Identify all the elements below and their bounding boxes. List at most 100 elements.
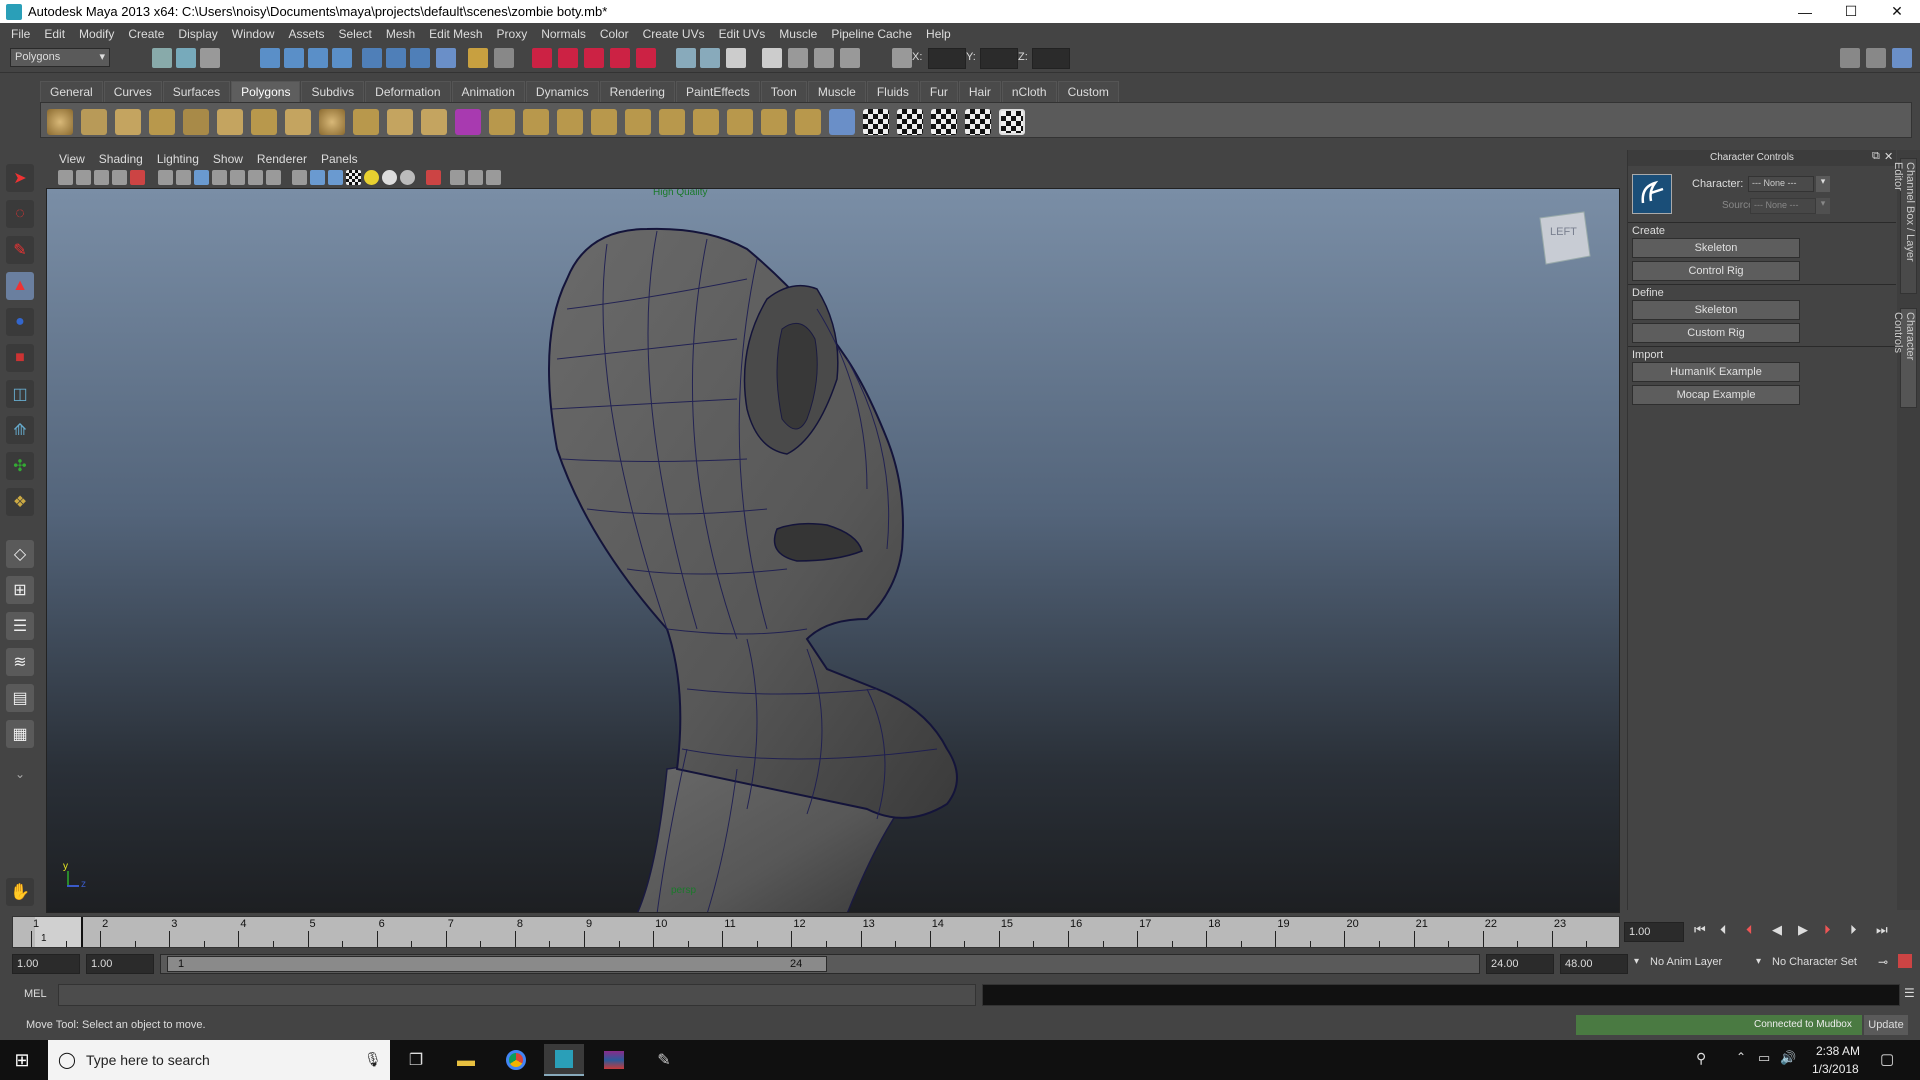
poly-plane-icon[interactable] bbox=[183, 109, 209, 135]
current-time-marker[interactable]: 1 bbox=[35, 917, 83, 947]
character-set-dropdown[interactable]: No Character Set bbox=[1772, 956, 1857, 968]
lasso-tool-icon[interactable]: ◌ bbox=[6, 200, 34, 228]
chevron-down-icon[interactable]: ▾ bbox=[1816, 198, 1830, 214]
tab-channel-box[interactable]: Channel Box / Layer Editor bbox=[1892, 158, 1917, 294]
poly-pyramid-icon[interactable] bbox=[251, 109, 277, 135]
tool-settings-icon[interactable] bbox=[1866, 48, 1886, 68]
automatic-map-icon[interactable] bbox=[965, 109, 991, 135]
shelf-tab-subdivs[interactable]: Subdivs bbox=[301, 81, 365, 102]
menu-proxy[interactable]: Proxy bbox=[490, 27, 535, 41]
menu-select[interactable]: Select bbox=[331, 27, 378, 41]
shadows-icon[interactable] bbox=[382, 170, 397, 185]
range-slider-handle[interactable]: 1 24 bbox=[167, 956, 827, 972]
scale-tool-icon[interactable]: ■ bbox=[6, 344, 34, 372]
shelf-tab-polygons[interactable]: Polygons bbox=[231, 81, 301, 102]
menu-help[interactable]: Help bbox=[919, 27, 958, 41]
shelf-tab-muscle[interactable]: Muscle bbox=[807, 81, 866, 102]
y-field[interactable] bbox=[980, 48, 1018, 69]
select-component-icon[interactable] bbox=[200, 48, 220, 68]
anim-layer-dropdown[interactable]: No Anim Layer bbox=[1650, 956, 1722, 968]
shelf-tab-fur[interactable]: Fur bbox=[919, 81, 958, 102]
shelf-tab-rendering[interactable]: Rendering bbox=[599, 81, 675, 102]
bridge-icon[interactable] bbox=[523, 109, 549, 135]
windows-start-icon[interactable]: ⊞ bbox=[2, 1044, 42, 1076]
safe-title-icon[interactable] bbox=[266, 170, 281, 185]
uv-texture-editor-icon[interactable] bbox=[999, 109, 1025, 135]
menu-file[interactable]: File bbox=[4, 27, 37, 41]
grease-pencil-icon[interactable] bbox=[130, 170, 145, 185]
panel-menu-view[interactable]: View bbox=[52, 152, 92, 166]
chevron-up-icon[interactable]: ⌃ bbox=[1736, 1050, 1746, 1064]
playback-end-field[interactable]: 24.00 bbox=[1486, 954, 1554, 974]
four-view-layout-icon[interactable]: ⊞ bbox=[6, 576, 34, 604]
define-skeleton-button[interactable]: Skeleton bbox=[1632, 300, 1800, 320]
snap-point-icon[interactable] bbox=[308, 48, 328, 68]
extract-icon[interactable] bbox=[421, 109, 447, 135]
absolute-transform-icon[interactable] bbox=[892, 48, 912, 68]
render-view-icon[interactable] bbox=[494, 48, 514, 68]
panel-menu-shading[interactable]: Shading bbox=[92, 152, 150, 166]
select-object-icon[interactable] bbox=[176, 48, 196, 68]
file-explorer-icon[interactable]: ▬ bbox=[446, 1044, 486, 1076]
menu-window[interactable]: Window bbox=[225, 27, 282, 41]
poly-cube-icon[interactable] bbox=[81, 109, 107, 135]
soft-modification-icon[interactable]: ⟰ bbox=[6, 416, 34, 444]
step-back-key-icon[interactable]: ⏴ bbox=[1720, 922, 1727, 938]
shelf-tab-fluids[interactable]: Fluids bbox=[866, 81, 919, 102]
shelf-tab-painteffects[interactable]: PaintEffects bbox=[675, 81, 760, 102]
snap-plane-icon[interactable] bbox=[332, 48, 352, 68]
gate-mask-icon[interactable] bbox=[212, 170, 227, 185]
wireframe-icon[interactable] bbox=[292, 170, 307, 185]
split-polygon-icon[interactable] bbox=[625, 109, 651, 135]
auto-key-icon[interactable]: ⊸ bbox=[1878, 955, 1888, 969]
playback-start-field[interactable]: 1.00 bbox=[86, 954, 154, 974]
dope-sheet-layout-icon[interactable]: ▦ bbox=[6, 720, 34, 748]
high-quality-icon[interactable] bbox=[400, 170, 415, 185]
reverse-normals-icon[interactable] bbox=[829, 109, 855, 135]
maya-taskbar-icon[interactable] bbox=[544, 1044, 584, 1076]
perspective-viewport[interactable]: High Quality persp y z bbox=[46, 188, 1620, 913]
menu-modify[interactable]: Modify bbox=[72, 27, 121, 41]
shelf-tab-general[interactable]: General bbox=[40, 81, 103, 102]
smooth-shade-icon[interactable] bbox=[310, 170, 325, 185]
xray-joints-icon[interactable] bbox=[468, 170, 483, 185]
use-all-lights-icon[interactable] bbox=[364, 170, 379, 185]
menu-mesh[interactable]: Mesh bbox=[379, 27, 422, 41]
shelf-tab-toon[interactable]: Toon bbox=[760, 81, 807, 102]
winrar-icon[interactable] bbox=[594, 1044, 634, 1076]
bookmarks-icon[interactable] bbox=[76, 170, 91, 185]
insert-edge-loop-icon[interactable] bbox=[659, 109, 685, 135]
humanik-example-button[interactable]: HumanIK Example bbox=[1632, 362, 1800, 382]
append-icon[interactable] bbox=[557, 109, 583, 135]
outliner-layout-icon[interactable]: ☰ bbox=[6, 612, 34, 640]
planar-map-icon[interactable] bbox=[863, 109, 889, 135]
script-editor-icon[interactable]: ☰ bbox=[1904, 986, 1915, 1000]
play-backward-icon[interactable]: ◀ bbox=[1772, 922, 1782, 938]
view-cube[interactable]: LEFT bbox=[1536, 208, 1592, 268]
snap-grid-icon[interactable] bbox=[260, 48, 280, 68]
construction-icon[interactable] bbox=[386, 48, 406, 68]
chevron-down-icon[interactable]: ▾ bbox=[1816, 176, 1830, 192]
snap-curve-icon[interactable] bbox=[284, 48, 304, 68]
go-to-end-icon[interactable]: ⏭ bbox=[1876, 922, 1888, 938]
step-forward-key-icon[interactable]: ⏵ bbox=[1850, 922, 1857, 938]
combine-icon[interactable] bbox=[353, 109, 379, 135]
clock-time[interactable]: 2:38 AM bbox=[1816, 1044, 1860, 1058]
last-tool-icon[interactable]: ❖ bbox=[6, 488, 34, 516]
hypershade-icon[interactable] bbox=[762, 48, 782, 68]
menu-create[interactable]: Create bbox=[121, 27, 171, 41]
snap-view-icon[interactable] bbox=[610, 48, 630, 68]
shelf-tab-curves[interactable]: Curves bbox=[103, 81, 162, 102]
rotate-tool-icon[interactable]: ● bbox=[6, 308, 34, 336]
step-back-frame-icon[interactable]: ⏴ bbox=[1746, 922, 1753, 938]
magnet-icon[interactable] bbox=[532, 48, 552, 68]
paint-app-icon[interactable]: ✎ bbox=[644, 1044, 684, 1076]
play-forward-icon[interactable]: ▶ bbox=[1798, 922, 1808, 938]
channel-box-icon[interactable] bbox=[1892, 48, 1912, 68]
task-view-icon[interactable]: ❐ bbox=[396, 1044, 436, 1076]
float-panel-icon[interactable]: ⧉ bbox=[1872, 150, 1880, 163]
poly-pipe-icon[interactable] bbox=[285, 109, 311, 135]
wireframe-on-shaded-icon[interactable] bbox=[328, 170, 343, 185]
panel-menu-panels[interactable]: Panels bbox=[314, 152, 365, 166]
go-to-start-icon[interactable]: ⏮ bbox=[1694, 922, 1706, 938]
